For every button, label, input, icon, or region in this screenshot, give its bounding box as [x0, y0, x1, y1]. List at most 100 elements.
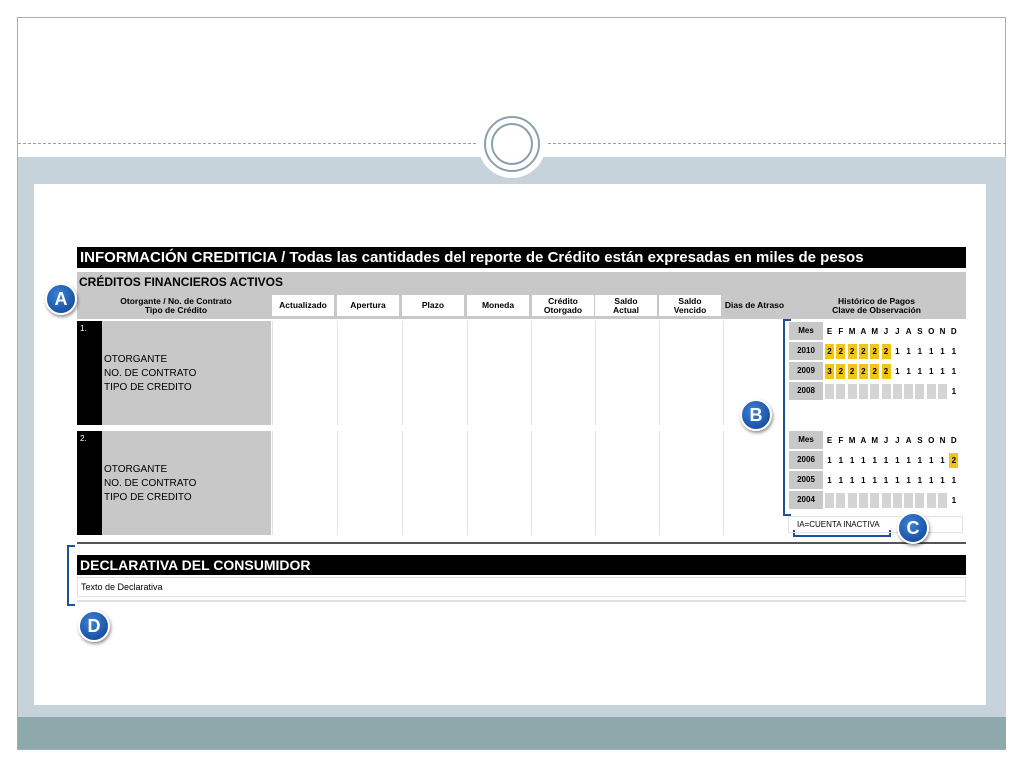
cell-plazo — [402, 321, 467, 425]
history-year: 2006 — [789, 451, 823, 469]
header-plazo: Plazo — [402, 295, 464, 316]
history-cell — [836, 493, 846, 508]
history-cell: 1 — [883, 456, 889, 465]
history-cell: 2 — [870, 344, 880, 359]
history-month: E — [826, 327, 833, 336]
history-cell: 1 — [827, 476, 832, 485]
history-cell: 2 — [847, 364, 857, 379]
history-cell: 1 — [895, 367, 900, 376]
cell-moneda — [467, 431, 531, 535]
history-cell: 2 — [881, 344, 891, 359]
history-header-row: Mes E F M A M J J A S O N D — [789, 431, 964, 449]
history-cell: 1 — [895, 456, 900, 465]
history-month-label: Mes — [789, 431, 823, 449]
history-cell — [915, 384, 925, 399]
badge-a: A — [45, 283, 77, 315]
history-year: 2010 — [789, 342, 823, 360]
history-cell: 1 — [861, 476, 866, 485]
history-cell — [904, 384, 914, 399]
section-title: CRÉDITOS FINANCIEROS ACTIVOS — [77, 272, 966, 292]
history-cell: 2 — [870, 364, 880, 379]
header-historico: Histórico de Pagos Clave de Observación — [789, 295, 964, 316]
history-cell: 1 — [951, 367, 957, 376]
history-cell — [858, 493, 868, 508]
history-cell: 1 — [906, 456, 911, 465]
history-cell: 1 — [849, 456, 855, 465]
history-cell: 1 — [883, 476, 889, 485]
header-actualizado: Actualizado — [272, 295, 334, 316]
cell-plazo — [402, 431, 467, 535]
history-row: 2005 1 1 1 1 1 1 1 1 1 1 1 1 — [789, 471, 964, 489]
history-cell — [825, 493, 834, 508]
history-cell: 1 — [906, 476, 911, 485]
history-month: S — [917, 327, 923, 336]
history-cell: 2 — [858, 344, 868, 359]
cell-saldo-actual — [595, 431, 659, 535]
circle-ornament-inner — [491, 123, 533, 165]
history-cell — [825, 384, 834, 399]
history-cell: 2 — [858, 364, 868, 379]
history-month: M — [871, 436, 879, 445]
cell-saldo-actual — [595, 321, 659, 425]
history-cell: 1 — [928, 476, 934, 485]
record-label-contrato: NO. DE CONTRATO — [104, 368, 197, 379]
cell-actualizado — [272, 431, 337, 535]
cell-saldo-vencido — [659, 431, 723, 535]
header-dias-atraso: Dias de Atraso — [722, 295, 787, 316]
cell-credito-otorgado — [531, 321, 595, 425]
history-month: F — [838, 327, 844, 336]
history-cell: 1 — [849, 476, 855, 485]
history-cell — [881, 384, 891, 399]
record-label-tipo: TIPO DE CREDITO — [104, 382, 192, 393]
cell-apertura — [337, 431, 402, 535]
report-title: INFORMACIÓN CREDITICIA / Todas las canti… — [77, 247, 966, 268]
history-month: S — [917, 436, 923, 445]
history-cell: 1 — [906, 347, 911, 356]
history-month: O — [928, 436, 935, 445]
history-month: E — [826, 436, 833, 445]
history-cell: 2 — [836, 364, 846, 379]
cell-actualizado — [272, 321, 337, 425]
history-cell: 2 — [949, 453, 959, 468]
header-moneda: Moneda — [467, 295, 529, 316]
inactive-note: IA=CUENTA INACTIVA — [788, 516, 963, 533]
cell-moneda — [467, 321, 531, 425]
history-cell: 1 — [861, 456, 866, 465]
history-cell — [904, 493, 914, 508]
cell-apertura — [337, 321, 402, 425]
cell-credito-otorgado — [531, 431, 595, 535]
history-cell: 2 — [836, 344, 846, 359]
history-month: M — [848, 327, 856, 336]
history-cell — [847, 384, 857, 399]
history-cell — [926, 493, 936, 508]
history-month: J — [895, 327, 900, 336]
header-apertura: Apertura — [337, 295, 399, 316]
history-cell: 1 — [951, 387, 957, 396]
history-month: F — [838, 436, 844, 445]
history-cell: 1 — [838, 456, 844, 465]
history-cell: 2 — [847, 344, 857, 359]
section-separator — [77, 542, 966, 544]
history-cell: 1 — [917, 367, 923, 376]
history-cell: 1 — [827, 456, 832, 465]
history-month: M — [848, 436, 856, 445]
cell-saldo-vencido — [659, 321, 723, 425]
table-header: Otorgante / No. de Contrato Tipo de Créd… — [77, 292, 966, 319]
history-cell: 1 — [940, 456, 945, 465]
record-label-otorgante: OTORGANTE — [104, 354, 168, 365]
history-cell — [836, 384, 846, 399]
history-row: 2004 1 — [789, 491, 964, 509]
history-cell: 1 — [906, 367, 911, 376]
history-month: A — [860, 327, 867, 336]
history-month-label: Mes — [789, 322, 823, 340]
header-otorgante: Otorgante / No. de Contrato Tipo de Créd… — [81, 295, 271, 316]
history-cell: 1 — [951, 347, 957, 356]
history-cell — [892, 493, 902, 508]
history-cell — [870, 493, 880, 508]
record-number: 2. — [77, 431, 102, 535]
history-month: D — [950, 436, 957, 445]
history-row: 2006 1 1 1 1 1 1 1 1 1 1 1 2 — [789, 451, 964, 469]
history-month: N — [939, 327, 946, 336]
history-year: 2005 — [789, 471, 823, 489]
record-number: 1. — [77, 321, 102, 425]
